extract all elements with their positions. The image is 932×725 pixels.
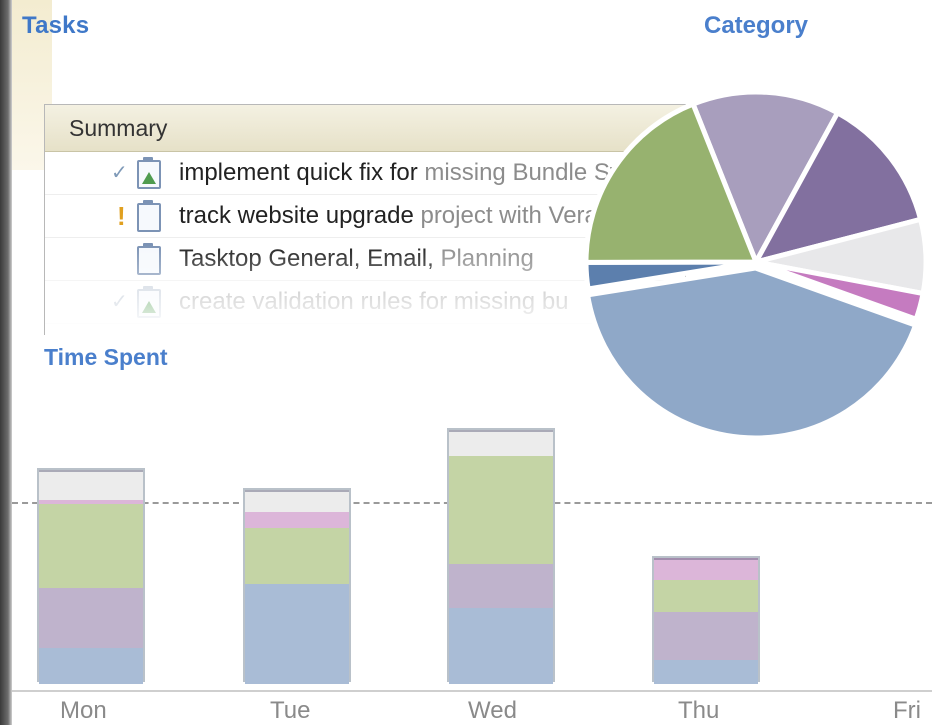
task-icon [137, 286, 161, 318]
task-icon [137, 200, 161, 232]
bar-segment [449, 430, 553, 456]
bar-segment [449, 562, 553, 608]
bar-segment [654, 658, 758, 684]
bar-segment [39, 470, 143, 500]
bar-mon[interactable] [37, 468, 145, 684]
bar-segment [39, 502, 143, 588]
chart-baseline [12, 690, 932, 692]
day-label-wed: Wed [468, 697, 517, 724]
bar-thu[interactable] [652, 556, 760, 684]
bar-segment [39, 586, 143, 648]
bar-segment [654, 558, 758, 580]
day-label-mon: Mon [60, 697, 107, 724]
bar-segment [245, 582, 349, 684]
task-icon [137, 243, 161, 275]
bar-tue[interactable] [243, 488, 351, 684]
task-summary: Tasktop General, Email, Planning [179, 245, 534, 272]
category-pie-chart [583, 78, 932, 451]
bar-segment [245, 510, 349, 528]
time-spent-chart-title: Time Spent [44, 344, 168, 370]
window-left-edge [0, 0, 12, 725]
day-label-fri: Fri [893, 697, 921, 724]
task-icon [137, 157, 161, 189]
bar-segment [654, 610, 758, 660]
bar-segment [39, 646, 143, 684]
completed-check-icon: ✓ [111, 162, 128, 184]
bar-segment [449, 454, 553, 564]
bar-segment [245, 526, 349, 584]
task-summary: track website upgrade project with Verat… [179, 202, 625, 229]
page-title: Tasks [22, 12, 90, 39]
bar-segment [654, 578, 758, 612]
category-chart-title: Category [704, 12, 809, 39]
bar-wed[interactable] [447, 428, 555, 684]
day-label-thu: Thu [678, 697, 720, 724]
day-label-tue: Tue [270, 697, 311, 724]
pie-svg [583, 89, 929, 441]
high-priority-icon: ! [117, 201, 126, 231]
bar-segment [449, 606, 553, 684]
completed-check-icon: ✓ [111, 291, 128, 313]
task-summary: create validation rules for missing bu [179, 288, 569, 315]
bar-segment [245, 490, 349, 512]
